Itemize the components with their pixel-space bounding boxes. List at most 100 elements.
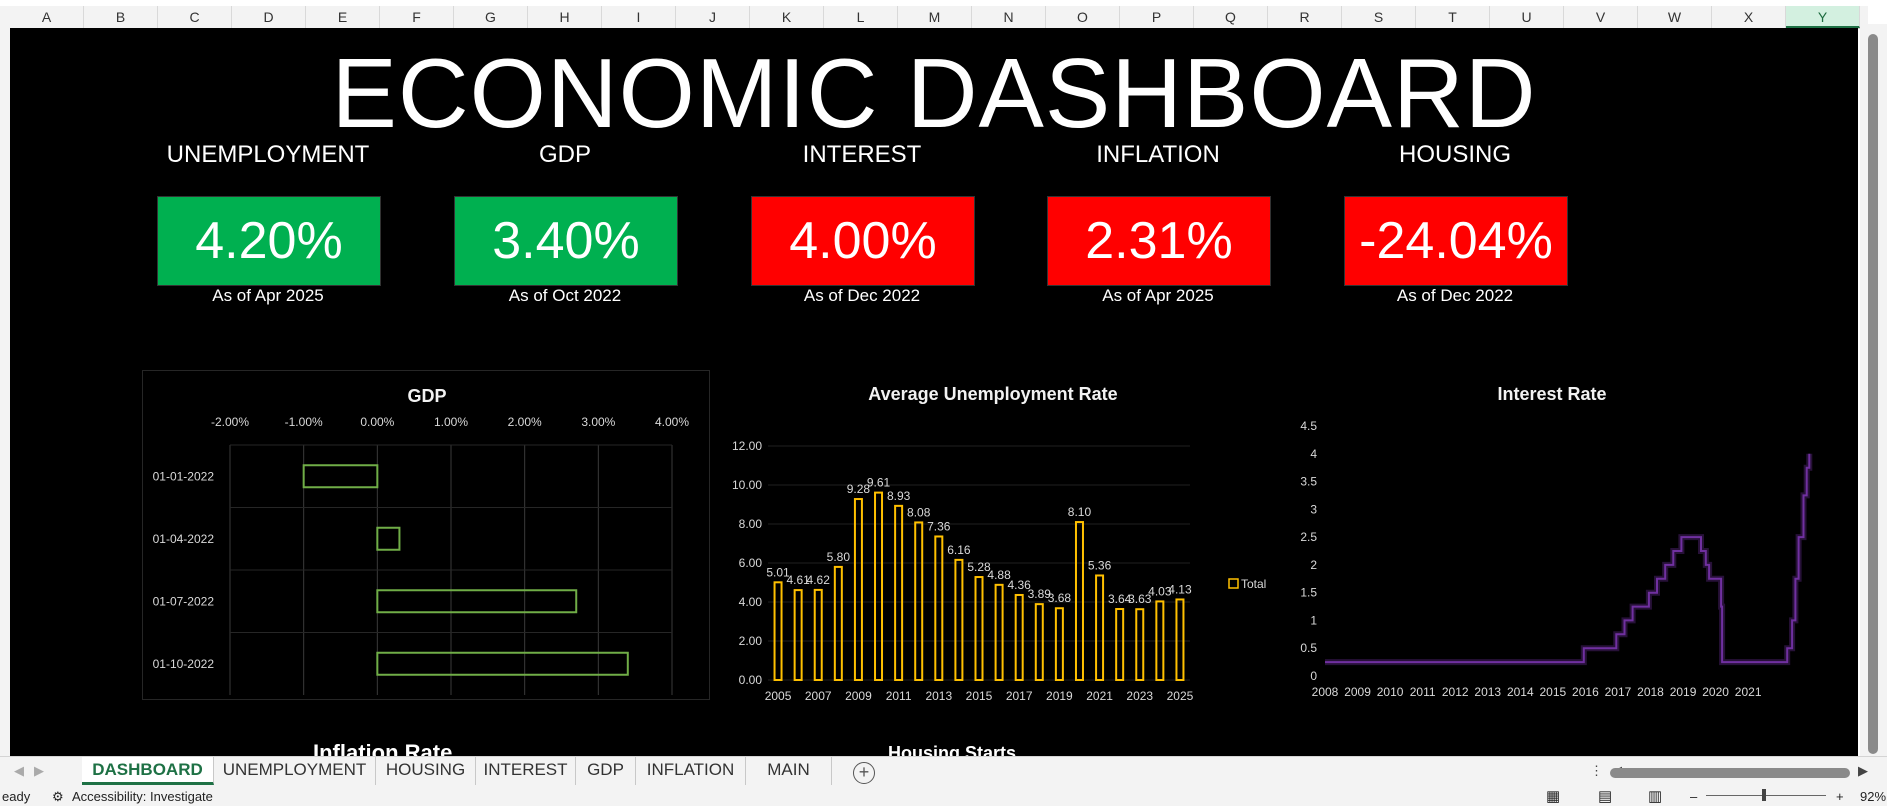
unemployment-bar[interactable] — [1074, 521, 1084, 681]
column-header-k[interactable]: K — [750, 6, 824, 28]
tab-housing[interactable]: HOUSING — [376, 757, 476, 785]
kpi-value-unemployment[interactable]: 4.20% — [157, 196, 381, 286]
accessibility-icon[interactable]: ⚙ — [52, 789, 64, 805]
interest-x-tick-label: 2010 — [1377, 685, 1404, 699]
unemployment-chart-svg: Average Unemployment Rate 0.00 2.00 4.00 6.0… — [732, 384, 1266, 703]
status-bar: eady ⚙ Accessibility: Investigate ▦ ▤ ▥ … — [0, 786, 1887, 806]
column-header-e[interactable]: E — [306, 6, 380, 28]
tab-interest[interactable]: INTEREST — [476, 757, 576, 785]
column-header-u[interactable]: U — [1490, 6, 1564, 28]
column-header-h[interactable]: H — [528, 6, 602, 28]
column-header-d[interactable]: D — [232, 6, 306, 28]
unemployment-legend-swatch — [1228, 578, 1239, 589]
kpi-value-gdp[interactable]: 3.40% — [454, 196, 678, 286]
interest-x-tick-label: 2013 — [1474, 685, 1501, 699]
vertical-scrollbar[interactable] — [1860, 24, 1887, 762]
zoom-out-icon[interactable]: – — [1690, 789, 1697, 804]
gdp-chart[interactable]: GDP -2.00% -1.00% 0.00% 1.00% 2.00% 3.00% 4.00%… — [142, 370, 712, 702]
tab-dashboard[interactable]: DASHBOARD — [82, 757, 214, 785]
unemployment-bar[interactable] — [813, 588, 823, 681]
column-header-b[interactable]: B — [84, 6, 158, 28]
gdp-bar[interactable] — [376, 589, 578, 614]
column-header-t[interactable]: T — [1416, 6, 1490, 28]
column-header-g[interactable]: G — [454, 6, 528, 28]
vertical-scroll-thumb[interactable] — [1868, 34, 1878, 754]
hscroll-right-icon[interactable]: ▶ — [1858, 763, 1868, 779]
unemployment-y-tick-label: 4.00 — [739, 595, 763, 609]
dashboard-sheet[interactable]: ECONOMIC DASHBOARD UNEMPLOYMENT 4.20% As o… — [10, 28, 1858, 756]
page-break-view-icon[interactable]: ▥ — [1648, 787, 1662, 805]
page-layout-view-icon[interactable]: ▤ — [1598, 787, 1612, 805]
column-header-f[interactable]: F — [380, 6, 454, 28]
unemployment-bar[interactable] — [1115, 608, 1125, 682]
unemployment-bar[interactable] — [974, 576, 984, 681]
add-sheet-button[interactable]: + — [853, 762, 875, 784]
column-header-i[interactable]: I — [602, 6, 676, 28]
unemployment-bar[interactable] — [773, 581, 783, 681]
unemployment-bar[interactable] — [1014, 593, 1024, 681]
gdp-bar[interactable] — [376, 651, 629, 676]
more-options-icon[interactable]: ⋮ — [1590, 763, 1603, 779]
column-header-n[interactable]: N — [972, 6, 1046, 28]
column-header-w[interactable]: W — [1638, 6, 1712, 28]
tab-inflation[interactable]: INFLATION — [636, 757, 746, 785]
unemployment-bar[interactable] — [1034, 603, 1044, 682]
interest-rate-chart-title: Interest Rate — [1497, 384, 1606, 404]
column-header-p[interactable]: P — [1120, 6, 1194, 28]
tab-scroll-left-icon[interactable]: ◀ — [14, 763, 24, 779]
tab-unemployment[interactable]: UNEMPLOYMENT — [214, 757, 376, 785]
unemployment-bar[interactable] — [1095, 574, 1105, 681]
unemployment-bar[interactable] — [954, 558, 964, 682]
column-header-m[interactable]: M — [898, 6, 972, 28]
interest-rate-chart[interactable]: Interest Rate 0 0.5 1 1.5 2 2.5 3 3.5 4 4.5 2008 200… — [1280, 378, 1830, 708]
interest-y-tick-label: 4.5 — [1300, 419, 1317, 433]
unemployment-bar[interactable] — [1175, 598, 1185, 681]
column-header-q[interactable]: Q — [1194, 6, 1268, 28]
interest-line[interactable] — [1325, 453, 1811, 664]
kpi-value-interest[interactable]: 4.00% — [751, 196, 975, 286]
kpi-value-housing[interactable]: -24.04% — [1344, 196, 1568, 286]
unemployment-bar[interactable] — [793, 589, 803, 681]
kpi-value-inflation[interactable]: 2.31% — [1047, 196, 1271, 286]
gdp-bar[interactable] — [302, 464, 379, 489]
unemployment-chart[interactable]: Average Unemployment Rate 0.00 2.00 4.00 6.0… — [710, 378, 1290, 708]
zoom-slider[interactable] — [1706, 795, 1826, 796]
unemployment-bar[interactable] — [833, 565, 843, 681]
unemployment-bar[interactable] — [853, 498, 863, 682]
gdp-bar[interactable] — [376, 526, 401, 551]
column-header-l[interactable]: L — [824, 6, 898, 28]
zoom-level[interactable]: 92% — [1860, 789, 1886, 804]
normal-view-icon[interactable]: ▦ — [1546, 787, 1560, 805]
unemployment-bar[interactable] — [994, 583, 1004, 681]
column-header-c[interactable]: C — [158, 6, 232, 28]
column-header-y[interactable]: Y — [1786, 6, 1860, 28]
horizontal-scroll-thumb[interactable] — [1610, 768, 1850, 778]
interest-x-tick-label: 2016 — [1572, 685, 1599, 699]
unemployment-bar[interactable] — [914, 521, 924, 681]
tab-main[interactable]: MAIN — [746, 757, 832, 785]
gdp-x-tick-label: 4.00% — [655, 415, 689, 429]
column-header-o[interactable]: O — [1046, 6, 1120, 28]
column-header-a[interactable]: A — [10, 6, 84, 28]
column-header-r[interactable]: R — [1268, 6, 1342, 28]
column-header-j[interactable]: J — [676, 6, 750, 28]
tab-scroll-right-icon[interactable]: ▶ — [34, 763, 44, 779]
interest-y-tick-label: 3 — [1310, 502, 1317, 516]
unemployment-legend-label: Total — [1241, 577, 1266, 591]
kpi-label-housing: HOUSING — [1398, 141, 1511, 168]
gdp-chart-title: GDP — [407, 386, 446, 406]
accessibility-status[interactable]: Accessibility: Investigate — [72, 789, 213, 804]
unemployment-bar[interactable] — [934, 535, 944, 681]
unemployment-bar[interactable] — [1135, 608, 1145, 681]
zoom-slider-handle[interactable] — [1762, 789, 1766, 801]
column-header-v[interactable]: V — [1564, 6, 1638, 28]
unemployment-data-label: 8.93 — [887, 489, 911, 503]
unemployment-bar[interactable] — [874, 491, 884, 682]
column-header-x[interactable]: X — [1712, 6, 1786, 28]
zoom-in-icon[interactable]: + — [1836, 789, 1844, 804]
tab-gdp[interactable]: GDP — [576, 757, 636, 785]
unemployment-bar[interactable] — [894, 504, 904, 681]
unemployment-bar[interactable] — [1054, 607, 1064, 682]
column-header-s[interactable]: S — [1342, 6, 1416, 28]
unemployment-x-tick-label: 2021 — [1086, 689, 1113, 703]
